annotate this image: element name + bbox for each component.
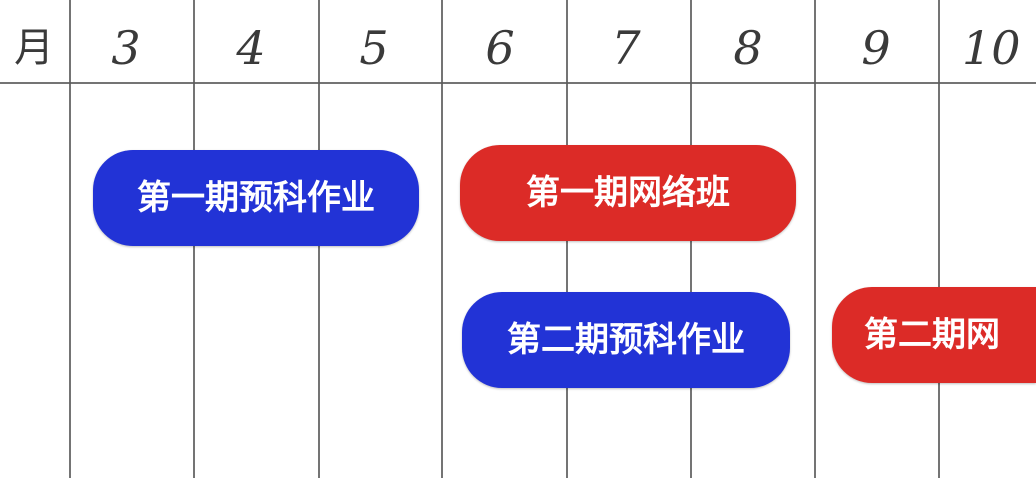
task-bar-phase1-prep[interactable]: 第一期预科作业 <box>93 150 419 246</box>
month-label-3: 3 <box>111 21 141 75</box>
header-divider <box>0 82 1036 84</box>
month-label-6: 6 <box>485 21 515 75</box>
grid-line <box>441 0 443 478</box>
grid-line <box>69 0 71 478</box>
task-bar-phase1-online-class[interactable]: 第一期网络班 <box>460 145 796 241</box>
month-axis-label: 月 <box>14 25 54 71</box>
month-label-9: 9 <box>861 21 891 75</box>
task-bar-phase2-prep[interactable]: 第二期预科作业 <box>462 292 790 388</box>
month-label-7: 7 <box>611 21 641 75</box>
month-label-4: 4 <box>236 21 266 75</box>
task-bar-phase2-online-class[interactable]: 第二期网 <box>832 287 1036 383</box>
month-label-5: 5 <box>359 21 389 75</box>
month-label-8: 8 <box>733 21 763 75</box>
grid-line <box>814 0 816 478</box>
gantt-board: 月 3 4 5 6 7 8 9 10 第一期预科作业 第一期网络班 第二期预科作… <box>0 0 1036 478</box>
month-label-10: 10 <box>962 21 1021 75</box>
grid-line <box>938 0 940 478</box>
